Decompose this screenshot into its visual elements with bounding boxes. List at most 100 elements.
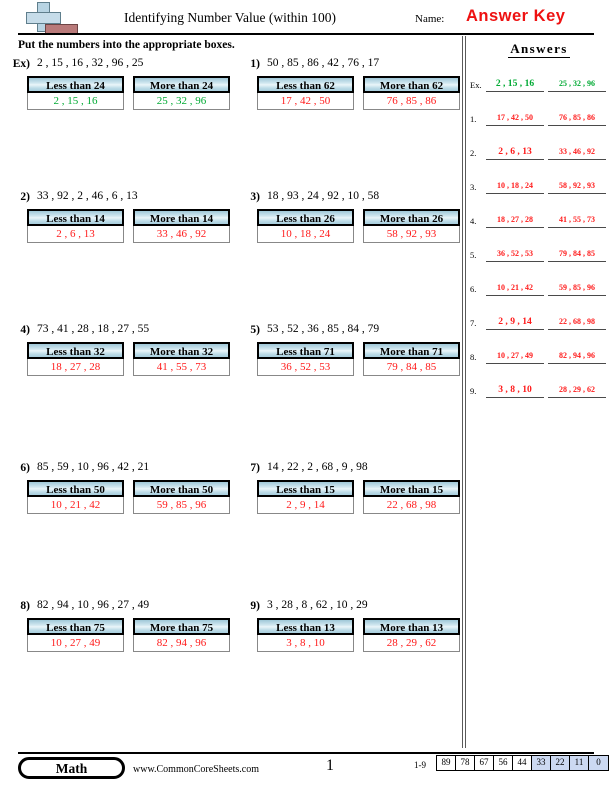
less-than-answer[interactable]: 10 , 21 , 42 <box>27 497 124 514</box>
less-than-box[interactable]: Less than 75 10 , 27 , 49 <box>27 618 124 652</box>
page-header: Identifying Number Value (within 100) Na… <box>0 0 612 36</box>
more-than-box[interactable]: More than 15 22 , 68 , 98 <box>363 480 460 514</box>
less-than-answer[interactable]: 3 , 8 , 10 <box>257 635 354 652</box>
sorting-boxes: Less than 71 36 , 52 , 53 More than 71 79 ,… <box>257 342 460 376</box>
less-than-answer[interactable]: 2 , 15 , 16 <box>27 93 124 110</box>
less-than-label: Less than 71 <box>257 342 354 359</box>
answers-heading-text: Answers <box>508 41 570 58</box>
answer-key-row: 7. 2 , 9 , 14 22 , 68 , 98 <box>466 314 612 336</box>
more-than-box[interactable]: More than 24 25 , 32 , 96 <box>133 76 230 110</box>
less-than-box[interactable]: Less than 26 10 , 18 , 24 <box>257 209 354 243</box>
less-than-box[interactable]: Less than 71 36 , 52 , 53 <box>257 342 354 376</box>
less-than-label: Less than 62 <box>257 76 354 93</box>
more-than-answer[interactable]: 76 , 85 , 86 <box>363 93 460 110</box>
score-cell: 67 <box>475 756 494 770</box>
more-than-label: More than 62 <box>363 76 460 93</box>
answer-key-label: 2. <box>470 148 477 158</box>
problem-given-numbers: 18 , 93 , 24 , 92 , 10 , 58 <box>267 190 380 202</box>
more-than-box[interactable]: More than 50 59 , 85 , 96 <box>133 480 230 514</box>
problem-given-numbers: 85 , 59 , 10 , 96 , 42 , 21 <box>37 461 150 473</box>
sorting-boxes: Less than 62 17 , 42 , 50 More than 62 76 ,… <box>257 76 460 110</box>
answer-key-label: 3. <box>470 182 477 192</box>
problem-given-numbers: 53 , 52 , 36 , 85 , 84 , 79 <box>267 323 380 335</box>
problem-given-numbers: 2 , 15 , 16 , 32 , 96 , 25 <box>37 57 144 69</box>
problem-number: 8) <box>20 600 30 612</box>
less-than-label: Less than 26 <box>257 209 354 226</box>
more-than-answer[interactable]: 41 , 55 , 73 <box>133 359 230 376</box>
less-than-box[interactable]: Less than 62 17 , 42 , 50 <box>257 76 354 110</box>
more-than-answer[interactable]: 25 , 32 , 96 <box>133 93 230 110</box>
answer-key-right-value: 25 , 32 , 96 <box>548 77 606 92</box>
problems-area: Ex) 2 , 15 , 16 , 32 , 96 , 25 Less than 2… <box>0 56 462 736</box>
less-than-box[interactable]: Less than 14 2 , 6 , 13 <box>27 209 124 243</box>
subject-badge: Math <box>18 757 125 779</box>
less-than-answer[interactable]: 17 , 42 , 50 <box>257 93 354 110</box>
more-than-box[interactable]: More than 32 41 , 55 , 73 <box>133 342 230 376</box>
more-than-label: More than 13 <box>363 618 460 635</box>
more-than-box[interactable]: More than 13 28 , 29 , 62 <box>363 618 460 652</box>
answer-key-right-value: 58 , 92 , 93 <box>548 179 606 194</box>
sorting-boxes: Less than 32 18 , 27 , 28 More than 32 41 ,… <box>27 342 230 376</box>
answer-key-panel: Answers Ex. 2 , 15 , 16 25 , 32 , 96 1. 17 ,… <box>466 36 612 736</box>
score-cell: 33 <box>532 756 551 770</box>
more-than-answer[interactable]: 33 , 46 , 92 <box>133 226 230 243</box>
less-than-answer[interactable]: 2 , 6 , 13 <box>27 226 124 243</box>
answer-key-left-value: 2 , 9 , 14 <box>486 315 544 330</box>
answer-key-label: Ex. <box>470 80 482 90</box>
more-than-answer[interactable]: 79 , 84 , 85 <box>363 359 460 376</box>
problem-number: 3) <box>250 191 260 203</box>
answer-key-row: 5. 36 , 52 , 53 79 , 84 , 85 <box>466 246 612 268</box>
more-than-label: More than 15 <box>363 480 460 497</box>
more-than-answer[interactable]: 22 , 68 , 98 <box>363 497 460 514</box>
less-than-answer[interactable]: 10 , 18 , 24 <box>257 226 354 243</box>
answer-key-row: 9. 3 , 8 , 10 28 , 29 , 62 <box>466 382 612 404</box>
answer-key-label: 4. <box>470 216 477 226</box>
answer-key-left-value: 3 , 8 , 10 <box>486 383 544 398</box>
sorting-boxes: Less than 24 2 , 15 , 16 More than 24 25 , … <box>27 76 230 110</box>
less-than-box[interactable]: Less than 50 10 , 21 , 42 <box>27 480 124 514</box>
answer-key-right-value: 33 , 46 , 92 <box>548 145 606 160</box>
less-than-answer[interactable]: 18 , 27 , 28 <box>27 359 124 376</box>
more-than-label: More than 26 <box>363 209 460 226</box>
instruction-text: Put the numbers into the appropriate box… <box>18 39 235 51</box>
less-than-answer[interactable]: 10 , 27 , 49 <box>27 635 124 652</box>
answer-key-label: 8. <box>470 352 477 362</box>
problem-given-numbers: 3 , 28 , 8 , 62 , 10 , 29 <box>267 599 368 611</box>
answer-key-row: 4. 18 , 27 , 28 41 , 55 , 73 <box>466 212 612 234</box>
answer-key-label: 5. <box>470 250 477 260</box>
less-than-box[interactable]: Less than 13 3 , 8 , 10 <box>257 618 354 652</box>
less-than-box[interactable]: Less than 32 18 , 27 , 28 <box>27 342 124 376</box>
answer-key-right-value: 28 , 29 , 62 <box>548 383 606 398</box>
sorting-boxes: Less than 75 10 , 27 , 49 More than 75 82 ,… <box>27 618 230 652</box>
problem-number: 5) <box>250 324 260 336</box>
less-than-label: Less than 50 <box>27 480 124 497</box>
less-than-box[interactable]: Less than 24 2 , 15 , 16 <box>27 76 124 110</box>
less-than-label: Less than 24 <box>27 76 124 93</box>
more-than-answer[interactable]: 58 , 92 , 93 <box>363 226 460 243</box>
problem-number: 1) <box>250 58 260 70</box>
less-than-label: Less than 75 <box>27 618 124 635</box>
score-cell: 0 <box>589 756 608 770</box>
problem-number: Ex) <box>12 58 30 70</box>
answer-key-row: Ex. 2 , 15 , 16 25 , 32 , 96 <box>466 76 612 98</box>
answers-heading: Answers <box>466 41 612 58</box>
less-than-box[interactable]: Less than 15 2 , 9 , 14 <box>257 480 354 514</box>
more-than-answer[interactable]: 59 , 85 , 96 <box>133 497 230 514</box>
less-than-answer[interactable]: 36 , 52 , 53 <box>257 359 354 376</box>
answer-key-left-value: 10 , 18 , 24 <box>486 179 544 194</box>
problem-number: 6) <box>20 462 30 474</box>
more-than-answer[interactable]: 82 , 94 , 96 <box>133 635 230 652</box>
more-than-answer[interactable]: 28 , 29 , 62 <box>363 635 460 652</box>
answer-key-left-value: 36 , 52 , 53 <box>486 247 544 262</box>
answer-key-row: 3. 10 , 18 , 24 58 , 92 , 93 <box>466 178 612 200</box>
more-than-label: More than 32 <box>133 342 230 359</box>
more-than-box[interactable]: More than 26 58 , 92 , 93 <box>363 209 460 243</box>
website-url: www.CommonCoreSheets.com <box>133 764 260 775</box>
more-than-box[interactable]: More than 75 82 , 94 , 96 <box>133 618 230 652</box>
more-than-box[interactable]: More than 14 33 , 46 , 92 <box>133 209 230 243</box>
more-than-label: More than 71 <box>363 342 460 359</box>
answer-key-right-value: 82 , 94 , 96 <box>548 349 606 364</box>
more-than-box[interactable]: More than 62 76 , 85 , 86 <box>363 76 460 110</box>
less-than-answer[interactable]: 2 , 9 , 14 <box>257 497 354 514</box>
more-than-box[interactable]: More than 71 79 , 84 , 85 <box>363 342 460 376</box>
